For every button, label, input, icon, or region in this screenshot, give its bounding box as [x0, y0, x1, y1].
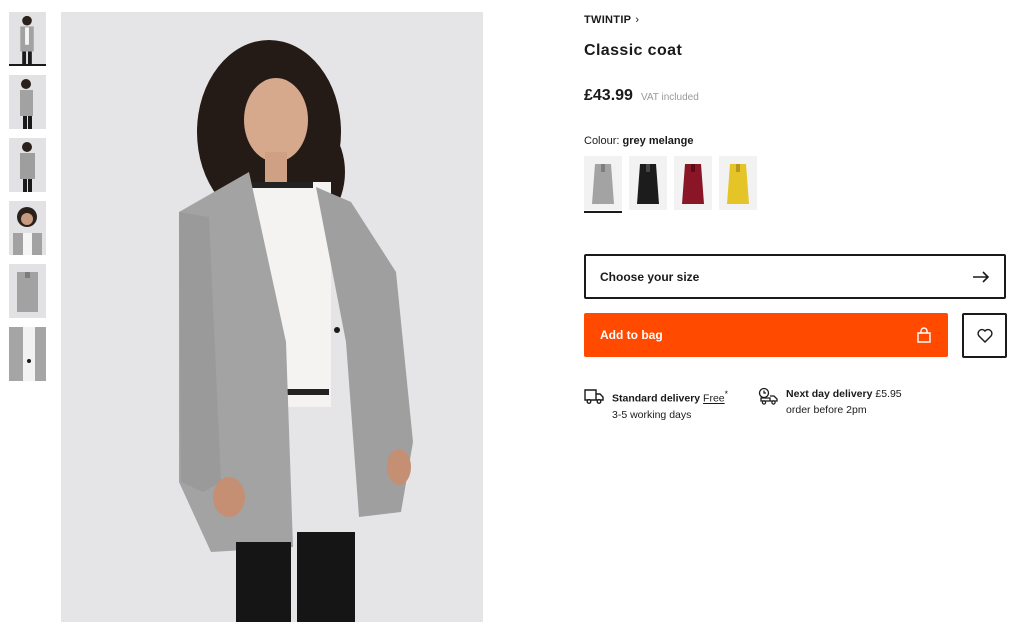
bag-icon [917, 327, 931, 343]
standard-delivery-mark: * [724, 389, 729, 399]
selected-colour: grey melange [622, 135, 694, 147]
coat-grey-image [584, 156, 622, 210]
next-day-delivery: Next day delivery £5.95 order before 2pm [758, 386, 902, 423]
product-thumbnail-image [9, 264, 46, 318]
colour-swatches [584, 156, 757, 213]
chevron-right-icon: › [635, 14, 640, 26]
main-product-image[interactable] [61, 12, 483, 622]
size-selector[interactable]: Choose your size [584, 254, 1006, 299]
swatch-burgundy[interactable] [674, 156, 712, 210]
size-selector-label: Choose your size [600, 269, 700, 284]
coat-black-image [629, 156, 667, 210]
arrow-right-icon [973, 270, 990, 283]
product-thumbnail-image [9, 75, 46, 129]
product-thumbnail-image [9, 327, 46, 381]
next-day-delivery-text: Next day delivery £5.95 order before 2pm [786, 386, 902, 423]
swatch-black[interactable] [629, 156, 667, 210]
brand-name: TWINTIP [584, 14, 632, 26]
standard-delivery-price[interactable]: Free [703, 393, 725, 405]
brand-link[interactable]: TWINTIP › [584, 14, 639, 26]
swatch-grey-melange[interactable] [584, 156, 622, 213]
swatch-yellow[interactable] [719, 156, 757, 210]
product-price: £43.99 [584, 87, 633, 104]
thumbnail-5[interactable] [9, 264, 46, 318]
product-thumbnail-image [9, 138, 46, 192]
price-row: £43.99 VAT included [584, 87, 699, 105]
thumbnail-2[interactable] [9, 75, 46, 129]
standard-delivery-detail: 3-5 working days [612, 408, 692, 421]
product-thumbnail-image [9, 201, 46, 255]
next-day-delivery-title: Next day delivery [786, 388, 873, 400]
standard-delivery: Standard delivery Free* 3-5 working days [584, 386, 728, 423]
fast-delivery-icon [758, 387, 778, 405]
truck-icon [584, 389, 604, 404]
model-photo [61, 12, 483, 622]
coat-yellow-image [719, 156, 757, 210]
product-thumbnail-image [9, 12, 46, 64]
next-day-delivery-price: £5.95 [875, 388, 902, 400]
thumbnail-3[interactable] [9, 138, 46, 192]
add-to-bag-button[interactable]: Add to bag [584, 313, 948, 357]
thumbnail-6[interactable] [9, 327, 46, 381]
wishlist-button[interactable] [962, 313, 1007, 358]
colour-label: Colour: grey melange [584, 135, 693, 147]
product-title: Classic coat [584, 42, 683, 59]
thumbnail-1[interactable] [9, 12, 46, 66]
next-day-delivery-detail: order before 2pm [786, 404, 867, 416]
add-to-bag-label: Add to bag [600, 328, 663, 342]
thumbnail-list [9, 12, 46, 390]
standard-delivery-text: Standard delivery Free* 3-5 working days [612, 386, 728, 423]
heart-icon [976, 328, 993, 343]
thumbnail-4[interactable] [9, 201, 46, 255]
colour-label-text: Colour: [584, 135, 620, 147]
vat-note: VAT included [640, 92, 699, 103]
delivery-info: Standard delivery Free* 3-5 working days… [584, 386, 902, 423]
standard-delivery-title: Standard delivery [612, 392, 701, 405]
coat-burgundy-image [674, 156, 712, 210]
